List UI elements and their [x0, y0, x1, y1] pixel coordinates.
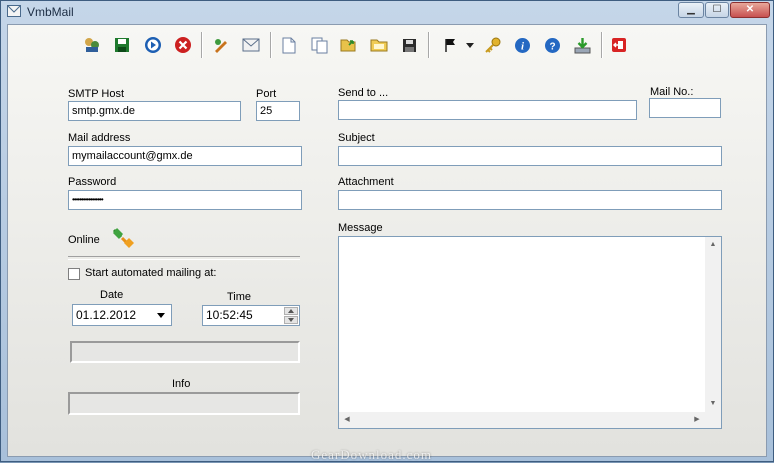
stop-button[interactable]: [172, 34, 194, 56]
flag-icon: [445, 39, 455, 52]
date-picker[interactable]: 01.12.2012: [72, 304, 172, 326]
help-icon: ?: [544, 37, 560, 53]
smtp-host-label: SMTP Host: [68, 88, 125, 100]
new-icon: [282, 37, 296, 53]
envelope-icon: [242, 38, 260, 52]
mail-address-input[interactable]: mymailaccount@gmx.de: [68, 146, 302, 166]
key-icon: [485, 37, 501, 53]
maximize-button[interactable]: ☐: [705, 2, 729, 18]
chevron-down-icon[interactable]: [157, 313, 165, 318]
watermark-text: GearDownload.com: [311, 447, 433, 462]
time-value: 10:52:45: [206, 308, 253, 322]
scroll-right-arrow-icon[interactable]: ▶: [689, 412, 705, 428]
password-input[interactable]: •••••••••••••••••: [68, 190, 302, 210]
chevron-down-icon: [466, 42, 474, 48]
attachment-input[interactable]: [338, 190, 722, 210]
exit-icon: [612, 38, 626, 52]
scrollbar-corner: [705, 412, 721, 428]
info-panel: [68, 392, 300, 415]
disk-button[interactable]: [398, 34, 420, 56]
vertical-scrollbar[interactable]: ▲ ▼: [705, 237, 721, 412]
toolbar: i ?: [8, 25, 766, 65]
download-icon: [574, 37, 590, 53]
time-picker[interactable]: 10:52:45: [202, 305, 300, 326]
mail-button[interactable]: [240, 34, 262, 56]
close-button[interactable]: ✕: [730, 2, 770, 18]
chevron-up-icon: [288, 309, 294, 313]
contacts-icon: [85, 38, 99, 52]
download-button[interactable]: [571, 34, 593, 56]
key-button[interactable]: [482, 34, 504, 56]
folder-icon: [370, 39, 388, 52]
client-area: i ? SMTP Host smtp.gmx.de Port 25 Mail a…: [7, 24, 767, 457]
automated-mailing-label: Start automated mailing at:: [85, 267, 217, 279]
scroll-left-arrow-icon[interactable]: ◀: [339, 412, 355, 428]
mail-no-input[interactable]: [649, 98, 721, 118]
save-button[interactable]: [111, 34, 133, 56]
contacts-button[interactable]: [81, 34, 103, 56]
flag-button[interactable]: [440, 34, 462, 56]
scroll-down-arrow-icon[interactable]: ▼: [705, 396, 721, 412]
message-label: Message: [338, 222, 383, 234]
title-bar[interactable]: VmbMail ▁ ☐ ✕: [1, 1, 773, 23]
mail-address-label: Mail address: [68, 132, 131, 144]
horizontal-scrollbar[interactable]: ◀ ▶: [339, 412, 705, 428]
toolbar-separator: [428, 32, 430, 58]
info-icon: i: [514, 37, 530, 53]
svg-text:?: ?: [549, 41, 555, 52]
automated-mailing-checkbox[interactable]: [68, 268, 80, 280]
send-to-input[interactable]: [338, 100, 637, 120]
spin-up-button[interactable]: [284, 307, 298, 315]
open-icon: [340, 39, 356, 52]
stop-icon: [175, 37, 191, 53]
save-icon: [115, 38, 129, 52]
info-button[interactable]: i: [511, 34, 533, 56]
edit-button[interactable]: [210, 34, 232, 56]
port-input[interactable]: 25: [256, 101, 300, 121]
subject-label: Subject: [338, 132, 375, 144]
chevron-down-icon: [288, 318, 294, 322]
smtp-host-input[interactable]: smtp.gmx.de: [68, 101, 241, 121]
app-window: VmbMail ▁ ☐ ✕ i ? SMTP Host smtp.gmx.de …: [0, 0, 774, 462]
pen-icon: [215, 39, 227, 53]
subject-input[interactable]: [338, 146, 722, 166]
mail-app-icon: [7, 5, 21, 17]
date-label: Date: [100, 289, 124, 301]
mail-no-label: Mail No.:: [650, 86, 694, 98]
minimize-button[interactable]: ▁: [678, 2, 704, 18]
spin-down-button[interactable]: [284, 316, 298, 324]
toolbar-separator: [270, 32, 272, 58]
attachment-label: Attachment: [338, 176, 394, 188]
copy-button[interactable]: [308, 34, 330, 56]
window-title: VmbMail: [27, 5, 74, 19]
send-to-label: Send to ...: [338, 87, 389, 99]
disk-icon: [402, 38, 416, 52]
info-label: Info: [172, 378, 191, 390]
port-label: Port: [256, 88, 277, 100]
status-divider: [68, 256, 300, 260]
help-button[interactable]: ?: [541, 34, 563, 56]
open-button[interactable]: [338, 34, 360, 56]
play-button[interactable]: [142, 34, 164, 56]
toolbar-separator: [201, 32, 203, 58]
online-plug-icon: [112, 228, 134, 248]
progress-panel: [70, 341, 300, 363]
scroll-up-arrow-icon[interactable]: ▲: [705, 237, 721, 253]
password-label: Password: [68, 176, 117, 188]
toolbar-separator: [601, 32, 603, 58]
date-value: 01.12.2012: [76, 308, 137, 322]
message-textarea[interactable]: ▲ ▼ ◀ ▶: [338, 236, 722, 429]
exit-button[interactable]: [608, 34, 630, 56]
online-label: Online: [68, 234, 100, 246]
time-label: Time: [227, 291, 252, 303]
new-button[interactable]: [278, 34, 300, 56]
flag-dropdown[interactable]: [464, 34, 476, 56]
folder-button[interactable]: [368, 34, 390, 56]
copy-icon: [311, 37, 327, 53]
play-icon: [145, 37, 161, 53]
